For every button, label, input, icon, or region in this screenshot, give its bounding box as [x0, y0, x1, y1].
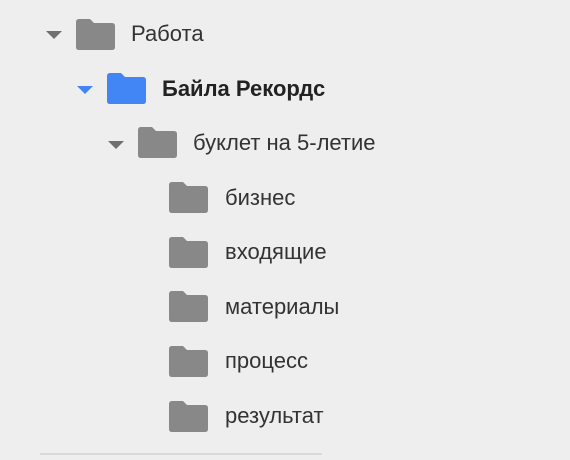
divider [40, 453, 322, 455]
tree-item-label: материалы [225, 294, 340, 319]
caret-down-icon[interactable] [77, 86, 93, 94]
tree-item-materialy[interactable]: материалы [0, 279, 570, 333]
tree-item-label: входящие [225, 239, 327, 264]
tree-item-label: бизнес [225, 185, 296, 210]
caret-down-icon[interactable] [108, 141, 124, 149]
tree-item-vhodyashie[interactable]: входящие [0, 225, 570, 279]
folder-icon [169, 291, 208, 322]
folder-tree: Работа Байла Рекордс буклет на 5-летие б… [0, 0, 570, 460]
tree-item-rezultat[interactable]: результат [0, 388, 570, 442]
folder-icon [138, 127, 177, 158]
tree-item-biznes[interactable]: бизнес [0, 170, 570, 224]
tree-item-label: Работа [131, 21, 204, 46]
tree-item-process[interactable]: процесс [0, 333, 570, 387]
folder-icon [169, 401, 208, 432]
tree-item-label: буклет на 5-летие [193, 130, 376, 155]
caret-down-icon[interactable] [46, 31, 62, 39]
folder-icon [169, 346, 208, 377]
tree-item-label: Байла Рекордс [162, 76, 326, 101]
tree-item-label: результат [225, 403, 324, 428]
folder-icon [76, 19, 115, 50]
tree-item-baila-records[interactable]: Байла Рекордс [0, 62, 570, 116]
tree-item-label: процесс [225, 348, 308, 373]
tree-item-rabota[interactable]: Работа [0, 7, 570, 61]
folder-icon [169, 237, 208, 268]
folder-icon [107, 73, 146, 104]
tree-item-booklet[interactable]: буклет на 5-летие [0, 116, 570, 170]
folder-icon [169, 182, 208, 213]
